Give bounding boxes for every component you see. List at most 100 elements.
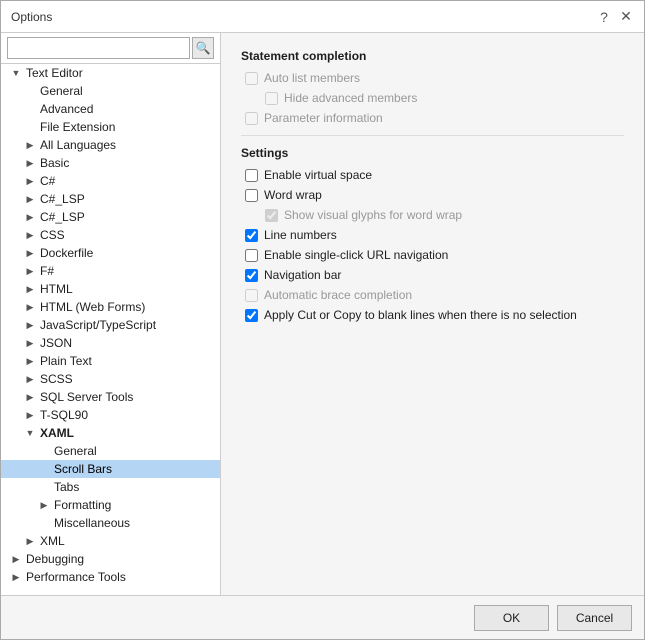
virtual-space-checkbox[interactable]	[245, 169, 258, 182]
tree-item-css[interactable]: ▶CSS	[1, 226, 220, 244]
tree-item-sql-server-tools[interactable]: ▶SQL Server Tools	[1, 388, 220, 406]
auto-brace-checkbox[interactable]	[245, 289, 258, 302]
search-button[interactable]: 🔍	[192, 37, 214, 59]
tree-label-xaml-tabs: Tabs	[54, 480, 79, 494]
tree-label-performance-tools: Performance Tools	[26, 570, 126, 584]
tree-arrow-debugging: ▶	[9, 554, 23, 565]
tree-item-xml[interactable]: ▶XML	[1, 532, 220, 550]
tree-label-html: HTML	[40, 282, 73, 296]
tree-label-html-webforms: HTML (Web Forms)	[40, 300, 145, 314]
tree-item-xaml-formatting[interactable]: ▶Formatting	[1, 496, 220, 514]
single-click-url-label: Enable single-click URL navigation	[264, 248, 448, 262]
tree-arrow-html: ▶	[23, 284, 37, 295]
auto-list-checkbox[interactable]	[245, 72, 258, 85]
tree-item-c-sharp[interactable]: ▶C#	[1, 172, 220, 190]
tree-item-text-editor[interactable]: ▼Text Editor	[1, 64, 220, 82]
title-bar-controls: ? ✕	[596, 9, 634, 25]
close-button[interactable]: ✕	[618, 9, 634, 25]
tree-arrow-plain-text: ▶	[23, 356, 37, 367]
dialog-body: 🔍 ▼Text EditorGeneralAdvancedFile Extens…	[1, 33, 644, 595]
tree-arrow-xaml: ▼	[23, 428, 37, 438]
tree-label-file-extension: File Extension	[40, 120, 115, 134]
visual-glyphs-label: Show visual glyphs for word wrap	[284, 208, 462, 222]
tree-label-general: General	[40, 84, 83, 98]
tree-arrow-t-sql90: ▶	[23, 410, 37, 421]
single-click-url-checkbox[interactable]	[245, 249, 258, 262]
tree-label-basic: Basic	[40, 156, 69, 170]
tree-item-general[interactable]: General	[1, 82, 220, 100]
cut-copy-checkbox[interactable]	[245, 309, 258, 322]
option-visual-glyphs: Show visual glyphs for word wrap	[241, 208, 624, 222]
line-numbers-checkbox[interactable]	[245, 229, 258, 242]
tree-item-fsharp[interactable]: ▶F#	[1, 262, 220, 280]
option-word-wrap: Word wrap	[241, 188, 624, 202]
tree-label-xaml-miscellaneous: Miscellaneous	[54, 516, 130, 530]
tree-label-text-editor: Text Editor	[26, 66, 83, 80]
tree-item-xaml-general[interactable]: General	[1, 442, 220, 460]
search-box: 🔍	[1, 33, 220, 64]
tree-label-css: CSS	[40, 228, 65, 242]
tree-arrow-xml: ▶	[23, 536, 37, 547]
visual-glyphs-checkbox[interactable]	[265, 209, 278, 222]
option-single-click-url: Enable single-click URL navigation	[241, 248, 624, 262]
auto-list-label: Auto list members	[264, 71, 360, 85]
tree-label-sql-server-tools: SQL Server Tools	[40, 390, 133, 404]
nav-bar-checkbox[interactable]	[245, 269, 258, 282]
tree-label-fsharp: F#	[40, 264, 54, 278]
tree-item-xaml[interactable]: ▼XAML	[1, 424, 220, 442]
tree-item-html[interactable]: ▶HTML	[1, 280, 220, 298]
tree-arrow-fsharp: ▶	[23, 266, 37, 277]
tree-arrow-sql-server-tools: ▶	[23, 392, 37, 403]
tree-label-javascript-typescript: JavaScript/TypeScript	[40, 318, 156, 332]
tree-arrow-dockerfile: ▶	[23, 248, 37, 259]
search-input[interactable]	[7, 37, 190, 59]
statement-completion-title: Statement completion	[241, 49, 624, 63]
tree-item-advanced[interactable]: Advanced	[1, 100, 220, 118]
tree-arrow-scss: ▶	[23, 374, 37, 385]
tree-item-basic[interactable]: ▶Basic	[1, 154, 220, 172]
tree-arrow-c-sharp: ▶	[23, 176, 37, 187]
tree-item-performance-tools[interactable]: ▶Performance Tools	[1, 568, 220, 586]
dialog-title: Options	[11, 10, 52, 24]
tree-item-javascript-typescript[interactable]: ▶JavaScript/TypeScript	[1, 316, 220, 334]
virtual-space-label: Enable virtual space	[264, 168, 372, 182]
word-wrap-checkbox[interactable]	[245, 189, 258, 202]
tree-item-c-lsp[interactable]: ▶C#_LSP	[1, 190, 220, 208]
tree-label-xaml-scrollbars: Scroll Bars	[54, 462, 112, 476]
tree-label-xaml: XAML	[40, 426, 74, 440]
tree-item-scss[interactable]: ▶SCSS	[1, 370, 220, 388]
cut-copy-label: Apply Cut or Copy to blank lines when th…	[264, 308, 577, 322]
tree-arrow-javascript-typescript: ▶	[23, 320, 37, 331]
tree-arrow-css: ▶	[23, 230, 37, 241]
tree-arrow-basic: ▶	[23, 158, 37, 169]
tree-item-json[interactable]: ▶JSON	[1, 334, 220, 352]
tree-item-debugging[interactable]: ▶Debugging	[1, 550, 220, 568]
option-cut-copy: Apply Cut or Copy to blank lines when th…	[241, 308, 624, 322]
auto-brace-label: Automatic brace completion	[264, 288, 412, 302]
tree-arrow-c-lsp: ▶	[23, 194, 37, 205]
tree-label-json: JSON	[40, 336, 72, 350]
tree-item-dockerfile[interactable]: ▶Dockerfile	[1, 244, 220, 262]
option-auto-brace: Automatic brace completion	[241, 288, 624, 302]
tree-label-xml: XML	[40, 534, 65, 548]
ok-button[interactable]: OK	[474, 605, 549, 631]
cancel-button[interactable]: Cancel	[557, 605, 632, 631]
tree-item-xaml-scrollbars[interactable]: Scroll Bars	[1, 460, 220, 478]
tree-item-file-extension[interactable]: File Extension	[1, 118, 220, 136]
option-virtual-space: Enable virtual space	[241, 168, 624, 182]
tree-label-xaml-general: General	[54, 444, 97, 458]
tree-label-xaml-formatting: Formatting	[54, 498, 111, 512]
tree-arrow-performance-tools: ▶	[9, 572, 23, 583]
tree-item-c-lsp2[interactable]: ▶C#_LSP	[1, 208, 220, 226]
tree-item-xaml-tabs[interactable]: Tabs	[1, 478, 220, 496]
help-button[interactable]: ?	[596, 9, 612, 25]
parameter-info-checkbox[interactable]	[245, 112, 258, 125]
tree-item-plain-text[interactable]: ▶Plain Text	[1, 352, 220, 370]
tree-item-all-languages[interactable]: ▶All Languages	[1, 136, 220, 154]
tree-label-all-languages: All Languages	[40, 138, 116, 152]
tree-item-html-webforms[interactable]: ▶HTML (Web Forms)	[1, 298, 220, 316]
hide-advanced-checkbox[interactable]	[265, 92, 278, 105]
tree-item-t-sql90[interactable]: ▶T-SQL90	[1, 406, 220, 424]
tree-label-t-sql90: T-SQL90	[40, 408, 88, 422]
tree-item-xaml-miscellaneous[interactable]: Miscellaneous	[1, 514, 220, 532]
